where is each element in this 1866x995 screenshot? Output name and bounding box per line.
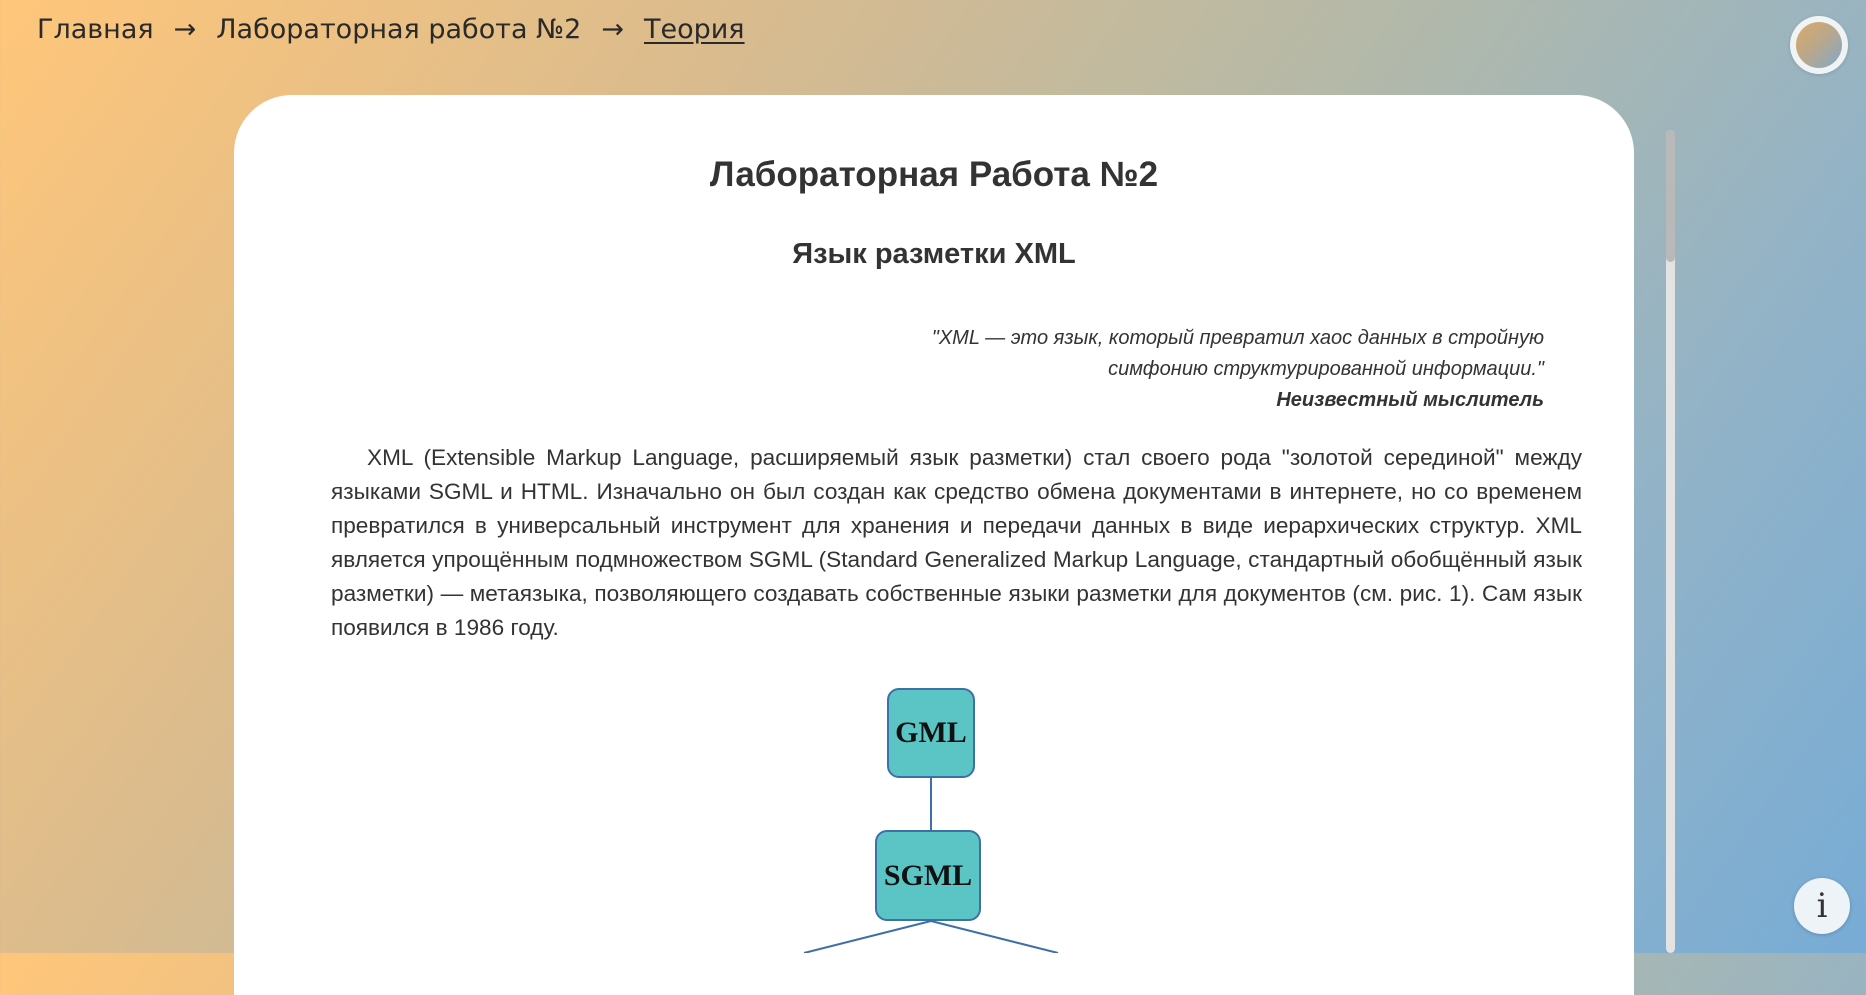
connector-sgml-right (930, 920, 1059, 953)
breadcrumb-home-link[interactable]: Главная (37, 14, 154, 45)
theme-toggle-button[interactable] (1790, 16, 1848, 74)
breadcrumb-lab-link[interactable]: Лабораторная работа №2 (216, 14, 581, 45)
info-button[interactable]: i (1794, 878, 1850, 934)
breadcrumb-current-link[interactable]: Теория (644, 14, 745, 45)
diagram-connectors (803, 778, 1059, 953)
breadcrumb-arrow-icon: → (173, 14, 197, 45)
connector-sgml-left (803, 920, 932, 953)
scrollbar-thumb[interactable] (1666, 130, 1675, 262)
page-scrollbar[interactable] (1666, 130, 1675, 953)
theme-toggle-icon (1796, 22, 1842, 68)
diagram-node-gml: GML (887, 688, 975, 778)
breadcrumb: Главная → Лабораторная работа №2 → Теори… (37, 14, 745, 45)
content-card: Лабораторная Работа №2 Язык разметки XML… (234, 95, 1634, 995)
diagram-node-sgml: SGML (875, 830, 981, 921)
breadcrumb-arrow-icon: → (601, 14, 624, 45)
